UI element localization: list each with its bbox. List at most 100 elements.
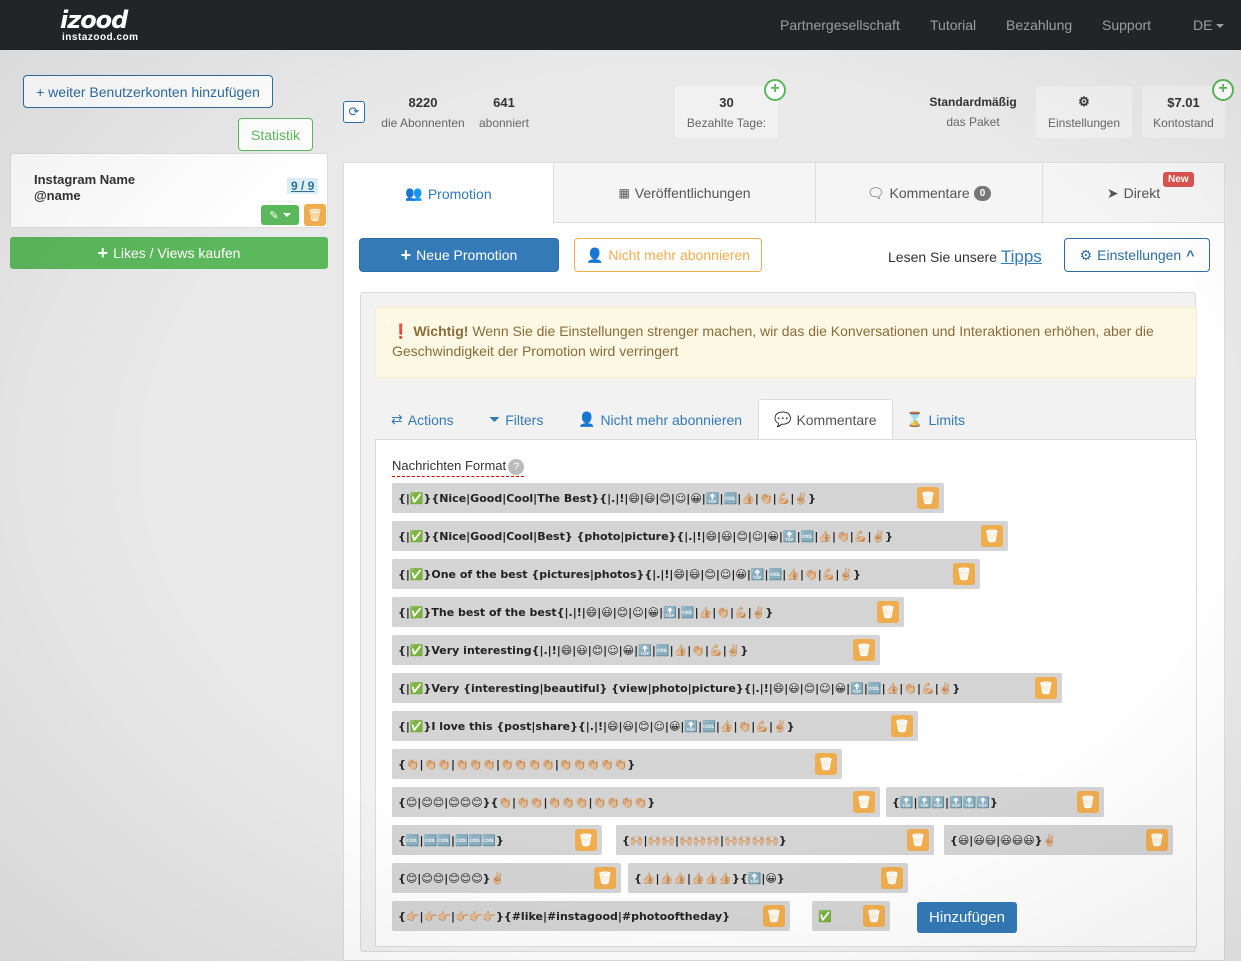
delete-comment-button[interactable]: 🗑 — [917, 487, 939, 509]
add-accounts-button[interactable]: + weiter Benutzerkonten hinzufügen — [23, 75, 273, 108]
add-comment-button[interactable]: Hinzufügen — [917, 902, 1017, 933]
refresh-button[interactable]: ⟳ — [343, 101, 365, 123]
statistics-button[interactable]: Statistik — [238, 118, 313, 151]
edit-dropdown-button[interactable]: ✎ — [261, 205, 299, 225]
delete-account-button[interactable]: 🗑 — [304, 204, 326, 226]
delete-comment-button[interactable]: 🗑 — [853, 791, 875, 813]
comment-chip[interactable]: ✅ 🗑 — [812, 901, 890, 931]
unfollow-label: Nicht mehr abonnieren — [608, 247, 751, 263]
logo[interactable]: izood instazood.com — [60, 6, 139, 43]
delete-comment-button[interactable]: 🗑 — [881, 867, 903, 889]
trash-icon: 🗑 — [578, 833, 594, 847]
account-card[interactable]: Instagram Name @name 9 / 9 ✎ 🗑 — [10, 153, 328, 228]
comment-chip[interactable]: {👏🏼|👏🏼👏🏼|👏🏼👏🏼👏🏼|👏🏼👏🏼👏🏼👏🏼|👏🏼👏🏼👏🏼👏🏼👏🏼} 🗑 — [392, 749, 842, 779]
comment-chip[interactable]: {|✅}{Nice|Good|Cool|The Best}{|.|!|😄|😃|😊… — [392, 483, 944, 513]
delete-comment-button[interactable]: 🗑 — [594, 867, 616, 889]
settings-button[interactable]: ⚙ Einstellungen ^ — [1064, 238, 1210, 272]
comment-chip[interactable]: {😃|😃😃|😃😃😃}✌🏼 🗑 — [944, 825, 1173, 855]
subtab-comments[interactable]: 💬 Kommentare — [758, 399, 893, 440]
add-days-button[interactable]: + — [764, 79, 786, 101]
delete-comment-button[interactable]: 🗑 — [877, 601, 899, 623]
comment-chip[interactable]: {👉🏼|👉🏼👉🏼|👉🏼👉🏼👉🏼}{#like|#instagood|#photo… — [392, 901, 790, 931]
comment-text: {🙌🏼|🙌🏼🙌🏼|🙌🏼🙌🏼🙌🏼|🙌🏼🙌🏼🙌🏼🙌🏼} — [622, 833, 787, 847]
nav-link-support[interactable]: Support — [1102, 17, 1151, 33]
trash-icon: 🗑 — [956, 567, 972, 581]
comment-text: ✅ — [818, 909, 832, 923]
delete-comment-button[interactable]: 🗑 — [953, 563, 975, 585]
subtab-label: Actions — [407, 411, 454, 428]
paid-days-value: 30 — [719, 95, 734, 110]
delete-comment-button[interactable]: 🗑 — [907, 829, 929, 851]
delete-comment-button[interactable]: 🗑 — [981, 525, 1003, 547]
plus-icon: + — [770, 80, 780, 97]
caret-down-icon — [282, 213, 291, 217]
comment-chip[interactable]: {|✅}I love this {post|share}{|.|!|😄|😃|😊|… — [392, 711, 918, 741]
trash-icon: 🗑 — [818, 757, 834, 771]
comment-text: {|✅}{Nice|Good|Cool|Best} {photo|picture… — [398, 529, 893, 543]
tab-comments[interactable]: 🗨 Kommentare 0 — [816, 163, 1043, 223]
buy-likes-button[interactable]: + Likes / Views kaufen — [10, 237, 328, 269]
comment-chip[interactable]: {👍🏼|👍🏼👍🏼|👍🏼👍🏼👍🏼}{🔝|😀} 🗑 — [628, 863, 908, 893]
tab-promotion[interactable]: 👥 Promotion — [344, 163, 554, 224]
language-dropdown[interactable]: DE — [1193, 17, 1225, 33]
comment-chip[interactable]: {🙌🏼|🙌🏼🙌🏼|🙌🏼🙌🏼🙌🏼|🙌🏼🙌🏼🙌🏼🙌🏼} 🗑 — [616, 825, 934, 855]
user-times-icon: 👤 — [578, 411, 596, 427]
delete-comment-button[interactable]: 🗑 — [815, 753, 837, 775]
users-icon: 👥 — [405, 185, 423, 201]
comments-count-badge: 0 — [973, 185, 992, 201]
delete-comment-button[interactable]: 🗑 — [575, 829, 597, 851]
subtab-label: Kommentare — [796, 411, 877, 428]
following-label: abonniert — [478, 116, 530, 130]
delete-comment-button[interactable]: 🗑 — [853, 639, 875, 661]
help-icon[interactable]: ? — [508, 459, 525, 475]
caret-down-icon — [1216, 24, 1225, 29]
comment-text: {|✅}One of the best {pictures|photos}{|.… — [398, 567, 861, 581]
comment-chip[interactable]: {🆒|🆒🆒|🆒🆒🆒} 🗑 — [392, 825, 602, 855]
unfollow-button[interactable]: 👤 Nicht mehr abonnieren — [574, 238, 762, 272]
subtab-filters[interactable]: ⏷ Filters — [489, 399, 543, 440]
comment-chip[interactable]: {|✅}Very interesting{|.|!|😄|😃|😊|☺|😀|🔝|🆒|… — [392, 635, 880, 665]
settings-stat-button[interactable]: ⚙ Einstellungen — [1036, 86, 1132, 138]
subtab-actions[interactable]: ⇄ Actions — [391, 399, 454, 440]
delete-comment-button[interactable]: 🗑 — [863, 905, 885, 927]
nav-link-payment[interactable]: Bezahlung — [1006, 17, 1072, 33]
account-name: Instagram Name — [34, 172, 136, 187]
chevron-up-icon: ^ — [1186, 247, 1195, 263]
subtab-limits[interactable]: ⌛ Limits — [906, 399, 965, 440]
delete-comment-button[interactable]: 🗑 — [891, 715, 913, 737]
nav-link-partner[interactable]: Partnergesellschaft — [780, 17, 900, 33]
tab-label: Kommentare — [889, 185, 970, 201]
gear-icon: ⚙ — [1079, 246, 1093, 263]
delete-comment-button[interactable]: 🗑 — [1146, 829, 1168, 851]
delete-comment-button[interactable]: 🗑 — [1035, 677, 1057, 699]
tab-direct[interactable]: ➤ Direkt New — [1043, 163, 1224, 223]
exchange-icon: ⇄ — [391, 411, 403, 427]
delete-comment-button[interactable]: 🗑 — [763, 905, 785, 927]
comment-chip[interactable]: {🔝|🔝🔝|🔝🔝🔝} 🗑 — [886, 787, 1104, 817]
comment-chip[interactable]: {|✅}One of the best {pictures|photos}{|.… — [392, 559, 980, 589]
comment-chip[interactable]: {|✅}Very {interesting|beautiful} {view|p… — [392, 673, 1062, 703]
add-funds-button[interactable]: + — [1212, 79, 1234, 101]
new-promotion-button[interactable]: + Neue Promotion — [359, 238, 559, 272]
following-value: 641 — [493, 95, 515, 110]
trash-icon: 🗑 — [910, 833, 926, 847]
comment-chip[interactable]: {😊|😊😊|😊😊😊}✌🏼 🗑 — [392, 863, 621, 893]
delete-comment-button[interactable]: 🗑 — [1077, 791, 1099, 813]
account-count[interactable]: 9 / 9 — [287, 178, 319, 194]
followers-stat: 8220 die Abonnenten — [378, 95, 468, 130]
top-navbar: izood instazood.com Partnergesellschaft … — [0, 0, 1241, 50]
tips-link[interactable]: Tipps — [1001, 247, 1042, 266]
comment-chip[interactable]: {|✅}{Nice|Good|Cool|Best} {photo|picture… — [392, 521, 1008, 551]
comment-chip[interactable]: {😊|😊😊|😊😊😊}{👏🏼|👏🏼👏🏼|👏🏼👏🏼👏🏼|👏🏼👏🏼👏🏼👏🏼} 🗑 — [392, 787, 880, 817]
nav-link-tutorial[interactable]: Tutorial — [930, 17, 976, 33]
comment-chip[interactable]: {|✅}The best of the best{|.|!|😄|😃|😊|☺|😀|… — [392, 597, 904, 627]
subtab-unfollow[interactable]: 👤 Nicht mehr abonnieren — [578, 399, 742, 440]
tab-publications[interactable]: ▦ Veröffentlichungen — [554, 163, 816, 223]
tips-text: Lesen Sie unsere Tipps — [888, 247, 1042, 267]
refresh-icon: ⟳ — [348, 104, 360, 119]
buy-likes-label: Likes / Views kaufen — [113, 245, 241, 261]
new-badge: New — [1163, 172, 1194, 187]
trash-icon: 🗑 — [894, 719, 910, 733]
new-promotion-label: Neue Promotion — [416, 247, 518, 263]
balance-label: Kontostand — [1153, 116, 1214, 130]
